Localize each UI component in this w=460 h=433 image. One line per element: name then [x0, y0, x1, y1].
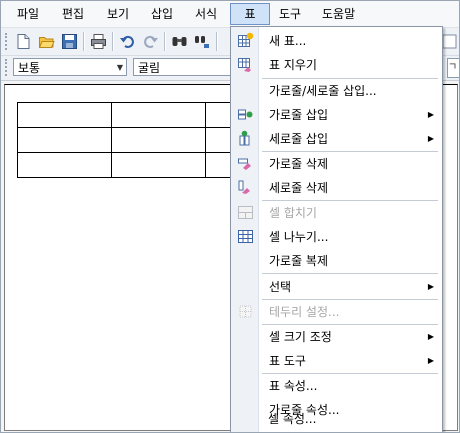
font-value: 굴림: [138, 61, 161, 75]
menu-edit[interactable]: 편집: [60, 4, 86, 24]
submenu-arrow-icon: ▶: [427, 134, 434, 143]
menu-format[interactable]: 서식: [193, 4, 219, 24]
menu-item-erase-table[interactable]: 표 지우기: [231, 53, 442, 77]
toolbar-separator: [83, 32, 85, 51]
menu-item-merge-cells[interactable]: 셀 합치기: [231, 201, 442, 225]
find-icon[interactable]: [171, 33, 188, 50]
menu-insert[interactable]: 삽입: [149, 4, 175, 24]
chevron-down-icon[interactable]: ▼: [117, 59, 123, 77]
menu-item-insert-column[interactable]: 세로줄 삽입 ▶: [231, 127, 442, 151]
toolbar-separator: [112, 32, 114, 51]
erase-table-icon: [238, 58, 251, 72]
document-table[interactable]: [17, 102, 247, 178]
delete-row-icon: [238, 158, 251, 170]
submenu-arrow-icon: ▶: [427, 332, 434, 341]
menu-item-select[interactable]: 선택 ▶: [231, 275, 442, 299]
menu-item-table-properties[interactable]: 표 속성...: [231, 374, 442, 398]
font-size-value: ㄱ: [448, 62, 458, 73]
table-row: [17, 127, 247, 153]
toolbar-grip[interactable]: [5, 59, 10, 76]
paragraph-style-select[interactable]: 보통 ▼: [13, 58, 127, 76]
replace-icon[interactable]: [194, 33, 211, 50]
font-size-select[interactable]: ㄱ: [447, 58, 459, 78]
toolbar-separator: [164, 32, 166, 51]
open-folder-icon[interactable]: [38, 33, 55, 50]
delete-column-icon: [238, 180, 250, 194]
menu-item-insert-row[interactable]: 가로줄 삽입 ▶: [231, 103, 442, 127]
menu-tools[interactable]: 도구: [277, 4, 303, 24]
toolbar-grip[interactable]: [5, 33, 10, 50]
table-cell[interactable]: [111, 152, 206, 178]
submenu-arrow-icon: ▶: [427, 282, 434, 291]
menu-item-delete-row[interactable]: 가로줄 삭제: [231, 152, 442, 176]
menu-item-new-table[interactable]: 새 표...: [231, 29, 442, 53]
new-table-icon: [238, 32, 254, 47]
save-icon[interactable]: [61, 33, 78, 50]
menu-item-delete-column[interactable]: 세로줄 삭제: [231, 176, 442, 200]
border-settings-icon: [239, 305, 252, 318]
font-select[interactable]: 굴림: [133, 58, 233, 76]
menu-separator: [262, 273, 438, 274]
redo-icon[interactable]: [142, 33, 159, 50]
table-row: [17, 102, 247, 128]
split-cells-icon: [238, 230, 253, 243]
menu-table[interactable]: 표: [230, 3, 270, 25]
submenu-arrow-icon: ▶: [427, 356, 434, 365]
toolbar-separator: [216, 32, 218, 51]
insert-column-icon: [239, 130, 250, 146]
menu-help[interactable]: 도움말: [320, 4, 357, 24]
table-cell[interactable]: [111, 127, 206, 153]
table-row: [17, 152, 247, 178]
menu-item-cell-properties[interactable]: 셀 속성...: [230, 407, 441, 431]
menu-item-border-settings[interactable]: 테두리 설정...: [231, 300, 442, 324]
table-cell[interactable]: [17, 102, 112, 128]
menu-item-insert-rows-columns[interactable]: 가로줄/세로줄 삽입...: [231, 79, 442, 103]
menu-item-cell-size[interactable]: 셀 크기 조정 ▶: [231, 325, 442, 349]
table-cell[interactable]: [17, 152, 112, 178]
menu-item-table-tools[interactable]: 표 도구 ▶: [231, 349, 442, 373]
paragraph-style-value: 보통: [18, 61, 41, 75]
merge-cells-icon: [238, 206, 253, 219]
submenu-arrow-icon: ▶: [427, 110, 434, 119]
menu-item-split-cells[interactable]: 셀 나누기...: [231, 225, 442, 249]
print-icon[interactable]: [90, 33, 107, 50]
new-document-icon[interactable]: [15, 33, 32, 50]
menu-file[interactable]: 파일: [15, 4, 41, 24]
insert-row-icon: [238, 109, 253, 120]
table-cell[interactable]: [111, 102, 206, 128]
table-cell[interactable]: [17, 127, 112, 153]
menu-view[interactable]: 보기: [105, 4, 131, 24]
menu-item-duplicate-row[interactable]: 가로줄 복제: [231, 249, 442, 273]
table-menu-dropdown: 새 표... 표 지우기 가로줄/세로줄 삽입... 가로줄 삽입 ▶ 세로줄 …: [230, 26, 443, 432]
undo-icon[interactable]: [119, 33, 136, 50]
toolbar-overflow-icon[interactable]: [441, 33, 458, 50]
app-window: 파일 편집 보기 삽입 서식 표 도구 도움말 보통 ▼ 굴림 ㄱ 새 표...…: [0, 0, 460, 433]
menu-bar: 파일 편집 보기 삽입 서식 표 도구 도움말: [1, 1, 459, 28]
